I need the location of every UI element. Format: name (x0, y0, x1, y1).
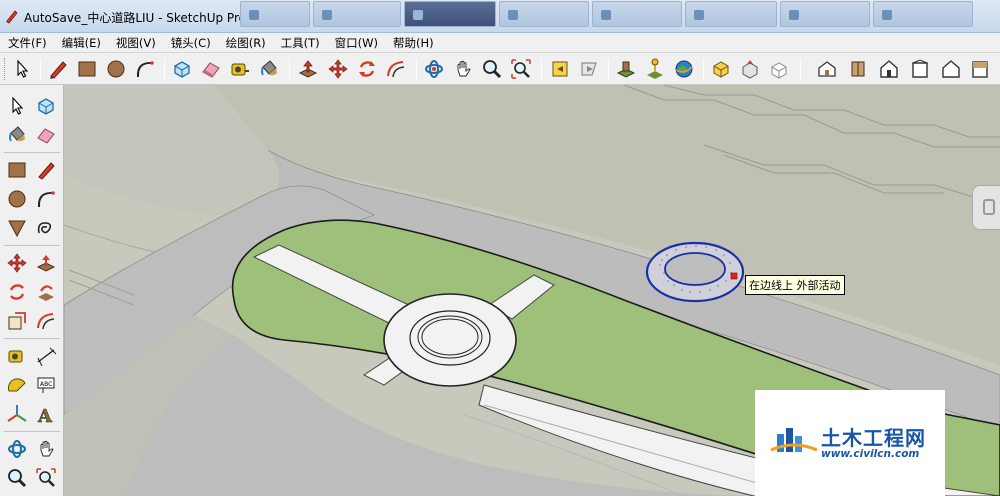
rotate-icon[interactable] (4, 279, 30, 305)
menu-view[interactable]: 视图(V) (116, 35, 156, 51)
follow-me-icon[interactable] (33, 279, 59, 305)
pencil-icon[interactable] (46, 57, 70, 81)
pan-icon[interactable] (451, 57, 475, 81)
rectangle-icon[interactable] (4, 157, 30, 183)
left-view-icon[interactable] (968, 57, 992, 81)
view-handle[interactable] (972, 185, 1000, 230)
eraser-icon[interactable] (199, 57, 223, 81)
select-icon[interactable] (10, 57, 34, 81)
taskbar-item[interactable] (499, 1, 589, 27)
add-location-icon[interactable] (614, 57, 638, 81)
paint-bucket-icon[interactable] (257, 57, 281, 81)
arc-icon[interactable] (133, 57, 157, 81)
paint-bucket-icon[interactable] (4, 122, 30, 148)
text-icon[interactable]: ABC (33, 372, 59, 398)
google-earth-icon[interactable] (672, 57, 696, 81)
menu-window[interactable]: 窗口(W) (335, 35, 378, 51)
push-pull-icon[interactable] (296, 57, 320, 81)
window-title: AutoSave_中心道路LIU - SketchUp Pro (24, 11, 246, 25)
menu-draw[interactable]: 绘图(R) (226, 35, 266, 51)
back-view-icon[interactable] (939, 57, 963, 81)
taskbar-item[interactable] (685, 1, 777, 27)
scale-icon[interactable] (4, 308, 30, 334)
menu-camera[interactable]: 镜头(C) (171, 35, 211, 51)
eraser-icon[interactable] (33, 122, 59, 148)
zoom-extents-icon[interactable] (33, 465, 59, 491)
rotate-icon[interactable] (355, 57, 379, 81)
tape-measure-icon[interactable] (228, 57, 252, 81)
menu-bar: 文件(F) 编辑(E) 视图(V) 镜头(C) 绘图(R) 工具(T) 窗口(W… (0, 33, 1000, 53)
iso-view-icon[interactable] (815, 57, 839, 81)
push-pull-icon[interactable] (33, 250, 59, 276)
orbit-icon[interactable] (4, 436, 30, 462)
zoom-icon[interactable] (480, 57, 504, 81)
dimension-icon[interactable] (33, 343, 59, 369)
next-view-icon[interactable] (577, 57, 601, 81)
top-view-icon[interactable] (846, 57, 870, 81)
get-models-icon[interactable] (709, 57, 733, 81)
menu-help[interactable]: 帮助(H) (393, 35, 434, 51)
arc-icon[interactable] (33, 186, 59, 212)
menu-edit[interactable]: 编辑(E) (62, 35, 101, 51)
tool-palette: ABC A (0, 85, 64, 496)
pan-icon[interactable] (33, 436, 59, 462)
share-model-icon[interactable] (738, 57, 762, 81)
menu-tools[interactable]: 工具(T) (281, 35, 320, 51)
freehand-icon[interactable] (33, 215, 59, 241)
sketchup-logo-icon (6, 10, 18, 24)
offset-icon[interactable] (33, 308, 59, 334)
zoom-icon[interactable] (4, 465, 30, 491)
taskbar-item[interactable] (873, 1, 973, 27)
sketchup-window: AutoSave_中心道路LIU - SketchUp Pro 文件(F) 编辑… (0, 0, 1000, 496)
previous-view-icon[interactable] (548, 57, 572, 81)
share-component-icon[interactable] (767, 57, 791, 81)
rectangle-icon[interactable] (75, 57, 99, 81)
tape-measure-icon[interactable] (4, 343, 30, 369)
protractor-icon[interactable] (4, 372, 30, 398)
move-icon[interactable] (4, 250, 30, 276)
offset-icon[interactable] (384, 57, 408, 81)
svg-text:A: A (37, 406, 53, 425)
main-toolbar (0, 53, 1000, 85)
select-icon[interactable] (4, 93, 30, 119)
make-component-icon[interactable] (170, 57, 194, 81)
taskbar-item[interactable] (592, 1, 682, 27)
circle-icon[interactable] (4, 186, 30, 212)
watermark-url: www.civilcn.com (821, 448, 920, 460)
axes-icon[interactable] (4, 401, 30, 427)
make-component-icon[interactable] (33, 93, 59, 119)
right-view-icon[interactable] (908, 57, 932, 81)
move-icon[interactable] (326, 57, 350, 81)
watermark-logo-icon (770, 428, 818, 452)
circle-icon[interactable] (104, 57, 128, 81)
inference-tooltip: 在边线上 外部活动 (745, 275, 845, 295)
pencil-icon[interactable] (33, 157, 59, 183)
polygon-icon[interactable] (4, 215, 30, 241)
3d-text-icon[interactable]: A (33, 401, 59, 427)
front-view-icon[interactable] (877, 57, 901, 81)
zoom-extents-icon[interactable] (509, 57, 533, 81)
menu-file[interactable]: 文件(F) (8, 35, 47, 51)
taskbar-item[interactable] (780, 1, 870, 27)
taskbar-item-active[interactable] (404, 1, 496, 27)
title-bar: AutoSave_中心道路LIU - SketchUp Pro (0, 0, 1000, 33)
taskbar-strip (240, 0, 1000, 28)
toggle-terrain-icon[interactable] (643, 57, 667, 81)
watermark-name: 土木工程网 (821, 426, 926, 450)
svg-text:ABC: ABC (40, 381, 52, 388)
watermark: 土木工程网 www.civilcn.com (755, 390, 945, 496)
taskbar-item[interactable] (313, 1, 401, 27)
orbit-icon[interactable] (422, 57, 446, 81)
taskbar-item[interactable] (240, 1, 310, 27)
